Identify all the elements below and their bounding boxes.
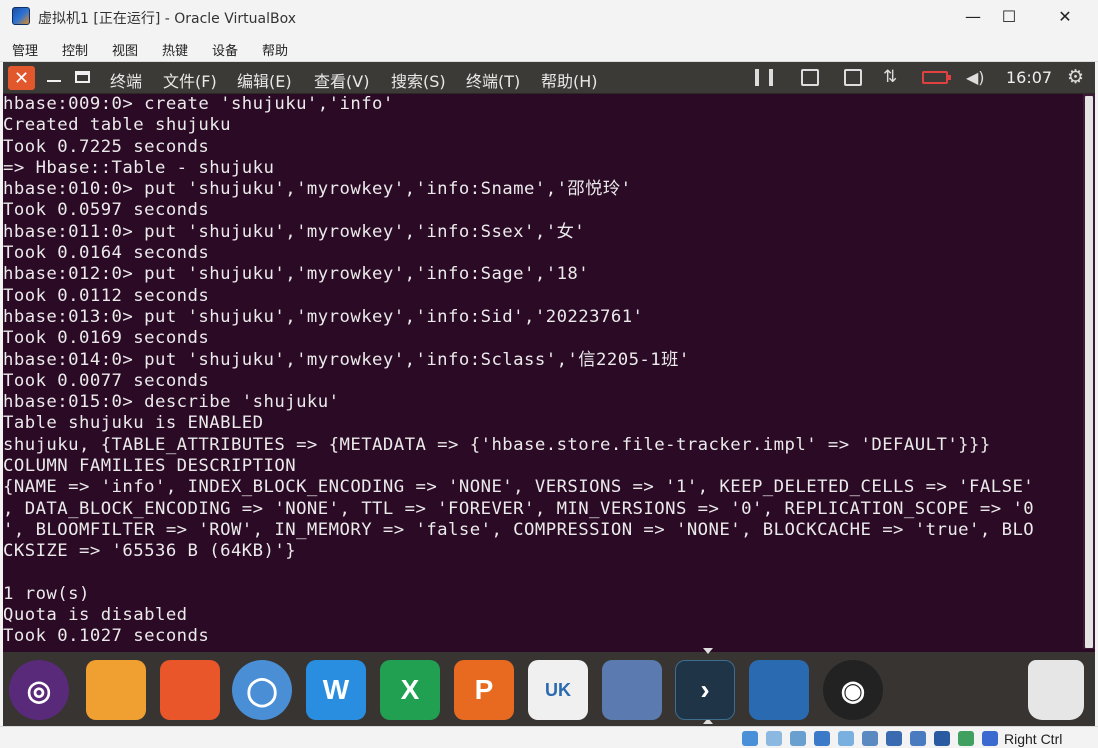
terminal-icon[interactable]: › bbox=[675, 660, 735, 720]
menu-hotkey[interactable]: 热键 bbox=[162, 40, 188, 59]
window-title: 虚拟机1 [正在运行] - Oracle VirtualBox bbox=[38, 11, 297, 27]
virtualbox-menu-bar: 管理 控制 视图 热键 设备 帮助 bbox=[0, 34, 1098, 62]
workspaces-icon[interactable] bbox=[749, 660, 809, 720]
terminal-line: Took 0.1027 seconds bbox=[3, 626, 210, 647]
dock-indicator-top bbox=[703, 648, 713, 654]
vm-screen[interactable]: ✕ 终端 文件(F) 编辑(E) 查看(V) 搜索(S) 终端(T) 帮助(H)… bbox=[3, 62, 1095, 726]
terminal-line: hbase:011:0> put 'shujuku','myrowkey','i… bbox=[3, 221, 586, 242]
virtualbox-app-icon bbox=[12, 7, 30, 25]
terminal-minimize-button[interactable] bbox=[47, 80, 61, 82]
impress-icon[interactable]: P bbox=[454, 660, 514, 720]
menu-help[interactable]: 帮助 bbox=[262, 40, 288, 59]
audio-icon[interactable] bbox=[790, 731, 806, 746]
clock[interactable]: 16:07 bbox=[1006, 68, 1052, 87]
terminal-line: Took 0.0164 seconds bbox=[3, 243, 210, 264]
terminal-line: 1 row(s) bbox=[3, 583, 90, 604]
terminal-menu-terminal[interactable]: 终端(T) bbox=[466, 68, 520, 92]
terminal-line: hbase:012:0> put 'shujuku','myrowkey','i… bbox=[3, 264, 590, 285]
terminal-line: hbase:013:0> put 'shujuku','myrowkey','i… bbox=[3, 306, 644, 327]
network-icon[interactable]: ⇅ bbox=[883, 69, 901, 86]
terminal-line: Took 0.0169 seconds bbox=[3, 328, 210, 349]
terminal-menu-file[interactable]: 文件(F) bbox=[163, 68, 217, 92]
terminal-line: Quota is disabled bbox=[3, 605, 188, 626]
ubuntu-launcher-icon[interactable]: ◎ bbox=[9, 660, 69, 720]
terminal-line: Took 0.0077 seconds bbox=[3, 370, 210, 391]
dvd-icon[interactable]: ◉ bbox=[823, 660, 883, 720]
optical-drive-icon[interactable] bbox=[766, 731, 782, 746]
menu-view[interactable]: 视图 bbox=[112, 40, 138, 59]
chromium-icon[interactable]: ◯ bbox=[232, 660, 292, 720]
keyboard-icon[interactable] bbox=[801, 69, 819, 86]
files-icon[interactable] bbox=[86, 660, 146, 720]
terminal-close-button[interactable]: ✕ bbox=[8, 66, 35, 90]
close-button[interactable]: ✕ bbox=[1040, 0, 1090, 32]
window-title-bar: 虚拟机1 [正在运行] - Oracle VirtualBox — ☐ ✕ bbox=[0, 0, 1098, 34]
terminal-line: Created table shujuku bbox=[3, 115, 231, 136]
terminal-output[interactable]: hbase:009:0> create 'shujuku','info' Crea… bbox=[3, 94, 1083, 694]
terminal-line: {NAME => 'info', INDEX_BLOCK_ENCODING =>… bbox=[3, 477, 1035, 498]
terminal-menu-edit[interactable]: 编辑(E) bbox=[237, 68, 292, 92]
terminal-line: shujuku, {TABLE_ATTRIBUTES => {METADATA … bbox=[3, 434, 991, 455]
terminal-menu-help[interactable]: 帮助(H) bbox=[541, 68, 598, 92]
host-key-label: Right Ctrl bbox=[1004, 731, 1063, 747]
terminal-line: COLUMN FAMILIES DESCRIPTION bbox=[3, 456, 297, 477]
terminal-line: hbase:009:0> create 'shujuku','info' bbox=[3, 94, 394, 114]
menu-devices[interactable]: 设备 bbox=[212, 40, 238, 59]
trash-icon[interactable] bbox=[1028, 660, 1084, 720]
launcher-dock: ◎ ◯ W X P UK › ◉ bbox=[3, 648, 1095, 726]
network-adapter-icon[interactable] bbox=[814, 731, 830, 746]
volume-icon[interactable]: ◀) bbox=[966, 69, 985, 86]
terminal-line: => Hbase::Table - shujuku bbox=[3, 157, 275, 178]
virtualbox-status-bar: Right Ctrl bbox=[0, 726, 1098, 748]
terminal-line: hbase:015:0> describe 'shujuku' bbox=[3, 392, 340, 413]
ubuntu-kylin-icon[interactable]: UK bbox=[528, 660, 588, 720]
calc-icon[interactable]: X bbox=[380, 660, 440, 720]
display-icon[interactable] bbox=[886, 731, 902, 746]
usb-icon[interactable] bbox=[838, 731, 854, 746]
calendar-icon[interactable] bbox=[844, 69, 862, 86]
software-center-icon[interactable] bbox=[602, 660, 662, 720]
terminal-app-label: 终端 bbox=[110, 72, 143, 91]
gear-icon[interactable]: ⚙ bbox=[1067, 68, 1085, 87]
keyboard-capture-icon[interactable] bbox=[982, 731, 998, 746]
terminal-line: Took 0.7225 seconds bbox=[3, 136, 210, 157]
terminal-scrollbar[interactable] bbox=[1083, 94, 1095, 649]
scrollbar-thumb[interactable] bbox=[1085, 96, 1093, 648]
menu-manage[interactable]: 管理 bbox=[12, 40, 38, 59]
terminal-line: Took 0.0112 seconds bbox=[3, 285, 210, 306]
terminal-line: ', BLOOMFILTER => 'ROW', IN_MEMORY => 'f… bbox=[3, 519, 1035, 540]
terminal-menu-view[interactable]: 查看(V) bbox=[314, 68, 369, 92]
terminal-top-bar: ✕ 终端 文件(F) 编辑(E) 查看(V) 搜索(S) 终端(T) 帮助(H)… bbox=[3, 62, 1095, 94]
transfer-icon[interactable] bbox=[755, 69, 773, 86]
harddisk-icon[interactable] bbox=[742, 731, 758, 746]
terminal-line: , DATA_BLOCK_ENCODING => 'NONE', TTL => … bbox=[3, 498, 1035, 519]
terminal-maximize-button[interactable] bbox=[75, 71, 90, 83]
battery-icon[interactable] bbox=[922, 71, 951, 84]
terminal-line: Table shujuku is ENABLED bbox=[3, 413, 264, 434]
mouse-integration-icon[interactable] bbox=[958, 731, 974, 746]
terminal-line: CKSIZE => '65536 B (64KB)'} bbox=[3, 541, 297, 562]
terminal-menu-search[interactable]: 搜索(S) bbox=[391, 68, 446, 92]
writer-icon[interactable]: W bbox=[306, 660, 366, 720]
maximize-button[interactable]: ☐ bbox=[984, 0, 1034, 32]
cpu-icon[interactable] bbox=[934, 731, 950, 746]
terminal-line: hbase:014:0> put 'shujuku','myrowkey','i… bbox=[3, 349, 690, 370]
recording-icon[interactable] bbox=[910, 731, 926, 746]
terminal-line: hbase:010:0> put 'shujuku','myrowkey','i… bbox=[3, 179, 632, 200]
firefox-icon[interactable] bbox=[160, 660, 220, 720]
menu-control[interactable]: 控制 bbox=[62, 40, 88, 59]
terminal-line: Took 0.0597 seconds bbox=[3, 200, 210, 221]
shared-folder-icon[interactable] bbox=[862, 731, 878, 746]
